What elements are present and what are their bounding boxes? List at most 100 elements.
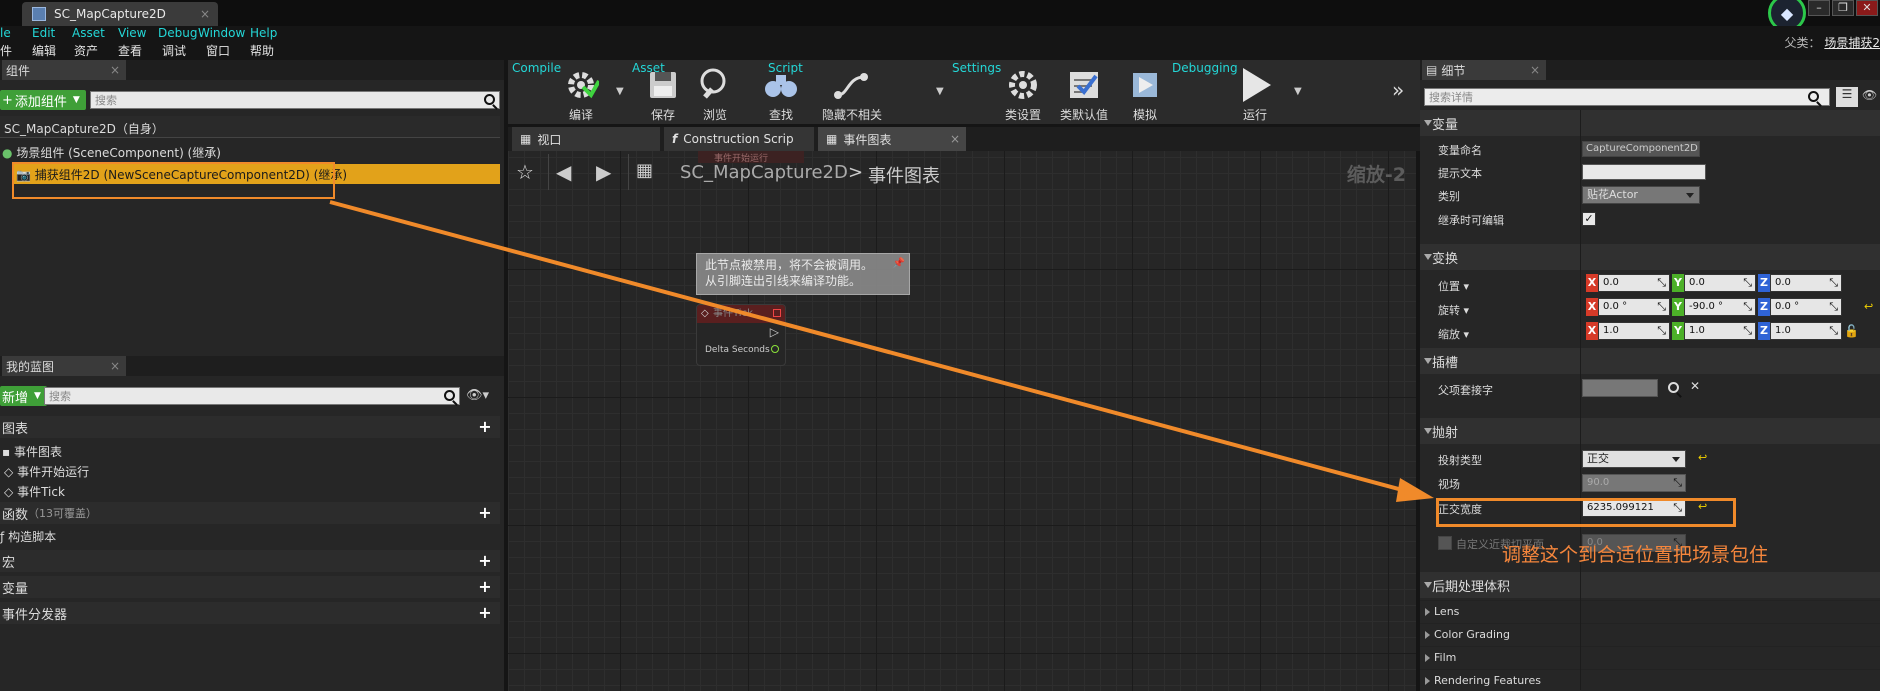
tab-components[interactable]: 组件 × (2, 60, 126, 80)
section-variable[interactable]: 变量 (1420, 110, 1880, 136)
class-settings-button[interactable]: 类设置 (998, 66, 1048, 123)
hide-unrelated-button[interactable]: 隐藏不相关 (820, 66, 884, 123)
components-search-input[interactable]: 搜索 (90, 91, 500, 109)
browse-button[interactable]: 浏览 (690, 66, 740, 123)
macros-category[interactable]: 宏 + (0, 550, 500, 572)
variables-category[interactable]: 变量 + (0, 576, 500, 598)
scene-component-item[interactable]: ● 场景组件 (SceneComponent) (继承) (2, 144, 221, 161)
section-projection[interactable]: 抛射 (1420, 418, 1880, 444)
tab-viewport[interactable]: ▦ 视口 (512, 127, 660, 151)
section-sockets[interactable]: 插槽 (1420, 348, 1880, 374)
view-options-icon[interactable]: ☰ (1836, 87, 1858, 107)
construction-script-item[interactable]: ƒ 构造脚本 (0, 528, 56, 545)
delta-seconds-pin-icon[interactable] (771, 345, 779, 353)
rotation-y-input[interactable]: -90.0 ° (1684, 298, 1756, 316)
variable-name-field[interactable]: CaptureComponent2D (1582, 141, 1700, 157)
add-graph-icon[interactable]: + (478, 419, 492, 435)
favorite-star-icon[interactable]: ☆ (516, 160, 534, 184)
dispatchers-category[interactable]: 事件分发器 + (0, 602, 500, 624)
postprocess-color-grading[interactable]: Color Grading (1420, 623, 1880, 645)
menu-help-cn[interactable]: 帮助 (250, 42, 274, 59)
document-tab[interactable]: SC_MapCapture2D × (22, 2, 218, 26)
location-x-input[interactable]: 0.0 (1598, 274, 1670, 292)
location-label[interactable]: 位置 ▾ (1438, 278, 1469, 294)
find-button[interactable]: 查找 (756, 66, 806, 123)
category-dropdown[interactable]: 贴花Actor (1582, 186, 1700, 204)
projection-type-dropdown[interactable]: 正交 (1582, 450, 1686, 468)
menu-debug-en[interactable]: Debug (158, 26, 197, 40)
close-icon[interactable]: × (110, 359, 120, 373)
search-icon[interactable] (444, 390, 455, 401)
compile-button[interactable]: 编译 (556, 66, 606, 123)
location-z-input[interactable]: 0.0 (1770, 274, 1842, 292)
close-window-button[interactable]: ✕ (1856, 0, 1878, 16)
close-icon[interactable]: × (110, 63, 120, 77)
reset-to-default-icon[interactable]: ↩ (1698, 451, 1707, 464)
hide-dropdown-icon[interactable]: ▼ (936, 86, 944, 97)
scale-label[interactable]: 缩放 ▾ (1438, 326, 1469, 342)
scale-x-input[interactable]: 1.0 (1598, 322, 1670, 340)
rotation-x-input[interactable]: 0.0 ° (1598, 298, 1670, 316)
postprocess-rendering-features[interactable]: Rendering Features (1420, 669, 1880, 691)
add-component-button[interactable]: + 添加组件 ▼ (0, 90, 86, 110)
add-function-icon[interactable]: + (478, 505, 492, 521)
menu-edit-cn[interactable]: 编辑 (32, 42, 56, 59)
back-arrow-icon[interactable]: ◀ (556, 160, 571, 184)
menu-view-cn[interactable]: 查看 (118, 42, 142, 59)
section-transform[interactable]: 变换 (1420, 244, 1880, 270)
fov-input[interactable]: 90.0 (1582, 474, 1686, 492)
minimize-button[interactable]: – (1808, 0, 1830, 16)
functions-category[interactable]: 函数 （13可覆盖） + (0, 502, 500, 524)
section-postprocess[interactable]: 后期处理体积 (1420, 572, 1880, 598)
parent-class-link[interactable]: 场景捕获2 (1824, 36, 1880, 50)
menu-help-en[interactable]: Help (250, 26, 277, 40)
tab-event-graph[interactable]: ▦ 事件图表 × (818, 127, 966, 151)
graphs-category[interactable]: 图表 + (0, 416, 500, 438)
reset-to-default-icon[interactable]: ↩ (1864, 300, 1873, 313)
close-icon[interactable]: × (1530, 63, 1540, 77)
clear-icon[interactable]: ✕ (1690, 379, 1700, 393)
compile-dropdown-icon[interactable]: ▼ (616, 86, 624, 97)
close-tab-icon[interactable]: × (950, 132, 960, 146)
details-search-input[interactable]: 搜索详情 (1424, 88, 1830, 106)
search-icon[interactable] (484, 94, 495, 105)
eye-icon[interactable]: 👁 (1862, 88, 1877, 102)
save-button[interactable]: 保存 (638, 66, 688, 123)
scale-z-input[interactable]: 1.0 (1770, 322, 1842, 340)
rotation-z-input[interactable]: 0.0 ° (1770, 298, 1842, 316)
menu-view-en[interactable]: View (118, 26, 146, 40)
menu-asset-cn[interactable]: 资产 (74, 42, 98, 59)
delegate-pin-icon[interactable] (773, 309, 781, 317)
menu-asset-en[interactable]: Asset (72, 26, 105, 40)
editable-checkbox[interactable]: ✓ (1582, 212, 1596, 226)
menu-edit-en[interactable]: Edit (32, 26, 55, 40)
parent-socket-field[interactable] (1582, 379, 1658, 397)
menu-file-en[interactable]: le (0, 26, 11, 40)
exec-pin-icon[interactable]: ▷ (770, 325, 779, 339)
menu-file-cn[interactable]: 件 (0, 42, 12, 59)
forward-arrow-icon[interactable]: ▶ (596, 160, 611, 184)
play-dropdown-icon[interactable]: ▼ (1294, 86, 1302, 97)
location-y-input[interactable]: 0.0 (1684, 274, 1756, 292)
event-begin-item[interactable]: ◇ 事件开始运行 (4, 463, 89, 480)
components-self-row[interactable]: SC_MapCapture2D（自身） (0, 116, 500, 138)
simulate-button[interactable]: 模拟 (1120, 66, 1170, 123)
search-icon[interactable] (1668, 382, 1679, 393)
rotation-label[interactable]: 旋转 ▾ (1438, 302, 1469, 318)
tab-my-blueprint[interactable]: 我的蓝图 × (2, 356, 126, 376)
new-button[interactable]: 新增 ▼ (0, 386, 47, 406)
event-tick-node[interactable]: ◇ 事件Tick ▷ Delta Seconds (696, 304, 786, 366)
event-tick-item[interactable]: ◇ 事件Tick (4, 483, 65, 500)
tab-construction-script[interactable]: f Construction Scrip (664, 127, 814, 151)
add-dispatcher-icon[interactable]: + (478, 605, 492, 621)
postprocess-film[interactable]: Film (1420, 646, 1880, 668)
blueprint-search-input[interactable]: 搜索 (44, 387, 460, 405)
maximize-button[interactable]: ❐ (1832, 0, 1854, 16)
visibility-eye-icon[interactable]: 👁▾ (466, 388, 489, 403)
tooltip-field[interactable] (1582, 164, 1706, 180)
custom-near-checkbox[interactable] (1438, 536, 1452, 550)
scale-y-input[interactable]: 1.0 (1684, 322, 1756, 340)
pin-icon[interactable]: 📌 (893, 256, 905, 272)
class-defaults-button[interactable]: 类默认值 (1054, 66, 1114, 123)
toolbar-overflow-icon[interactable]: » (1392, 78, 1404, 102)
